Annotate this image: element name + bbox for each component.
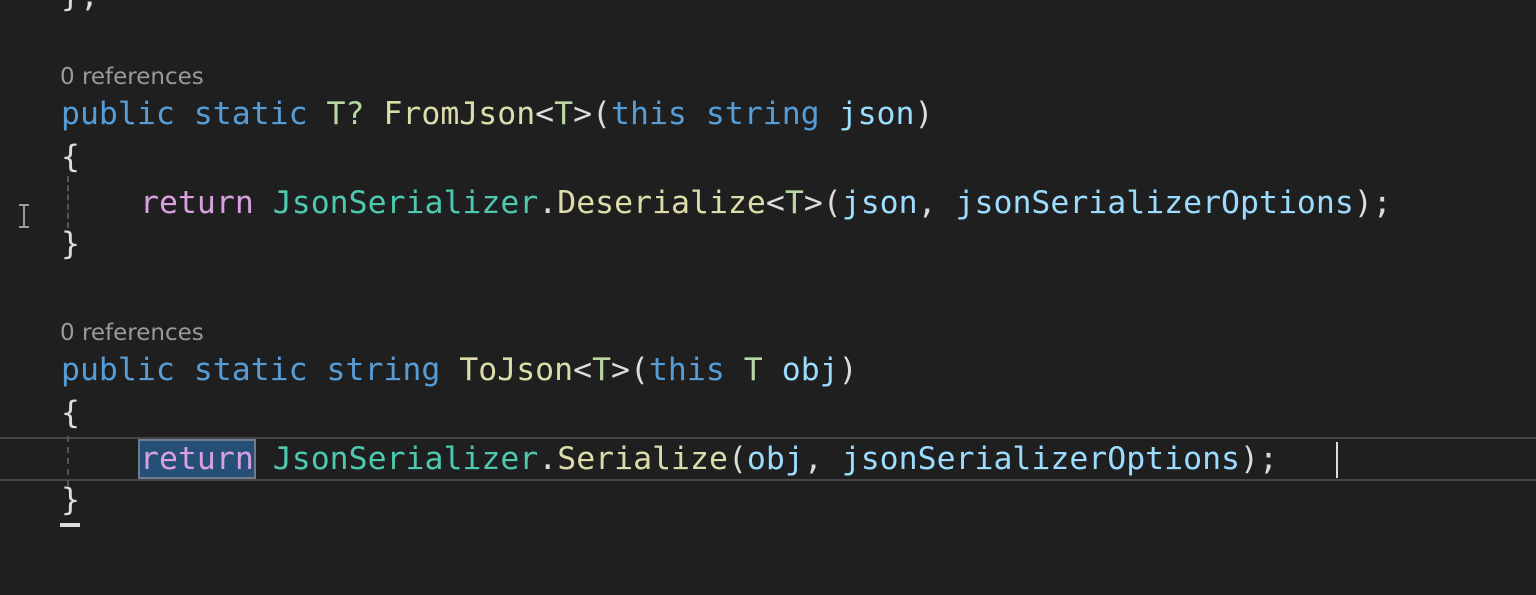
return-type: T? <box>326 96 365 132</box>
brace-match-underline <box>60 523 80 527</box>
generic-close-paren: >( <box>611 352 649 388</box>
keyword-string: string <box>705 96 820 132</box>
keyword-string: string <box>326 352 441 388</box>
close-brace: } <box>61 226 80 262</box>
keyword-public: public <box>61 96 175 132</box>
code-line-deserialize-return[interactable]: return JsonSerializer.Deserialize<T>(jso… <box>140 181 1392 225</box>
open-paren: ( <box>727 441 747 477</box>
method-deserialize: Deserialize <box>557 185 766 221</box>
keyword-static: static <box>193 352 308 388</box>
keyword-this: this <box>611 96 687 132</box>
keyword-static: static <box>193 96 308 132</box>
open-brace: { <box>61 139 80 175</box>
generic-open: < <box>573 352 593 388</box>
ibeam-cursor-icon <box>18 204 30 228</box>
code-line-close-brace-1[interactable]: } <box>61 222 80 266</box>
type-parameter: T <box>554 96 574 132</box>
argument-obj: obj <box>746 441 804 477</box>
close-paren: ) <box>838 352 858 388</box>
method-name-tojson: ToJson <box>459 352 574 388</box>
method-serialize: Serialize <box>557 441 728 477</box>
close-paren: ) <box>914 96 934 132</box>
generic-close-paren: >( <box>803 185 842 221</box>
indent-guide <box>67 176 69 228</box>
argument-json: json <box>841 185 918 221</box>
codelens-references-tojson[interactable]: 0 references <box>60 318 204 348</box>
member-dot: . <box>538 185 558 221</box>
parameter-type: T <box>743 352 763 388</box>
keyword-this: this <box>648 352 725 388</box>
codelens-references-fromjson[interactable]: 0 references <box>60 62 204 92</box>
comma: , <box>917 185 956 221</box>
keyword-return: return <box>140 185 254 221</box>
code-line-fromjson-signature[interactable]: public static T? FromJson<T>(this string… <box>61 92 933 136</box>
close-brace: } <box>61 482 80 518</box>
statement-end: ); <box>1353 185 1392 221</box>
type-argument: T <box>784 185 804 221</box>
class-jsonserializer: JsonSerializer <box>272 185 539 221</box>
closing-brace-fragment: }; <box>61 0 99 14</box>
code-line-open-brace-1[interactable]: { <box>61 135 80 179</box>
code-line-top-fragment[interactable]: }; <box>61 0 99 18</box>
generic-open: < <box>535 96 555 132</box>
text-caret <box>1336 442 1338 478</box>
argument-options: jsonSerializerOptions <box>841 441 1241 477</box>
code-line-tojson-signature[interactable]: public static string ToJson<T>(this T ob… <box>61 348 858 392</box>
comma: , <box>803 441 842 477</box>
generic-open: < <box>765 185 785 221</box>
parameter-json: json <box>838 96 915 132</box>
class-jsonserializer: JsonSerializer <box>272 441 539 477</box>
keyword-public: public <box>61 352 175 388</box>
open-brace: { <box>61 395 80 431</box>
parameter-obj: obj <box>781 352 839 388</box>
keyword-return-selected: return <box>138 439 256 479</box>
method-name-fromjson: FromJson <box>383 96 536 132</box>
code-editor[interactable]: }; 0 references public static T? FromJso… <box>0 0 1536 595</box>
generic-close-paren: >( <box>573 96 612 132</box>
argument-options: jsonSerializerOptions <box>955 185 1354 221</box>
code-line-close-brace-2[interactable]: } <box>61 478 80 522</box>
type-parameter: T <box>592 352 612 388</box>
code-line-open-brace-2[interactable]: { <box>61 391 80 435</box>
code-line-serialize-return[interactable]: return JsonSerializer.Serialize(obj, jso… <box>138 437 1278 481</box>
member-dot: . <box>538 441 558 477</box>
statement-end: ); <box>1240 441 1278 477</box>
